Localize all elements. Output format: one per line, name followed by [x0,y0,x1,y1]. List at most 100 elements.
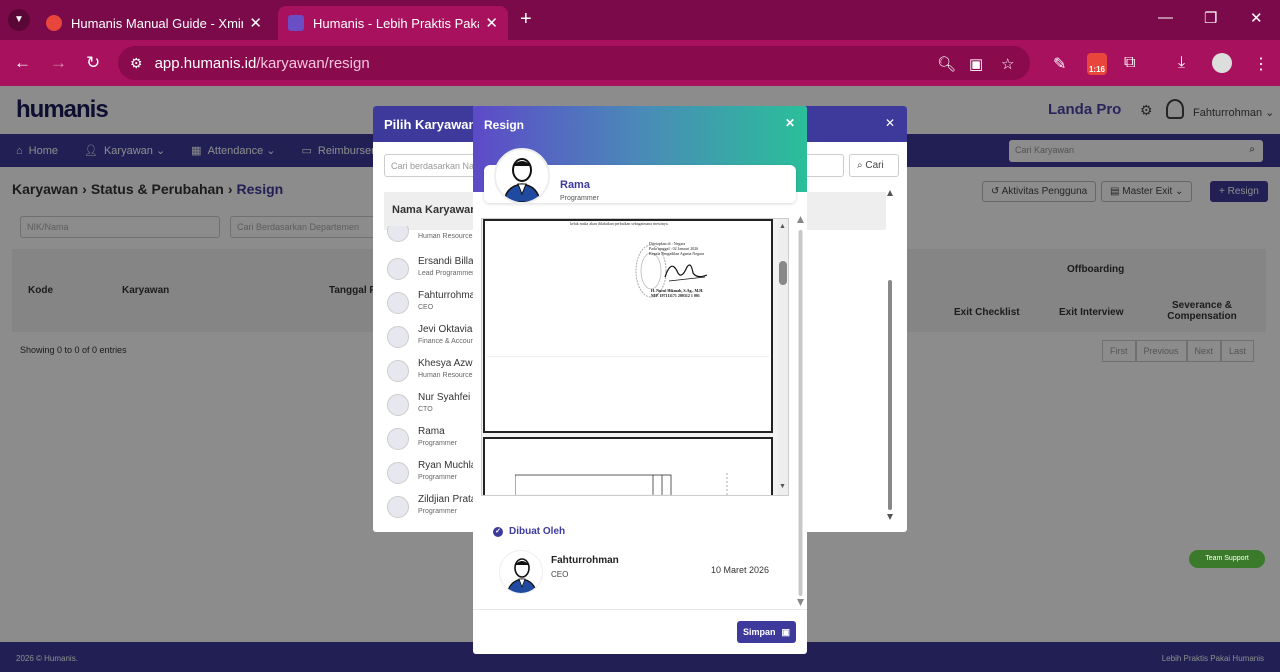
forward-icon[interactable]: → [50,53,67,73]
avatar [387,292,409,314]
footer-divider [473,609,807,610]
new-tab-button[interactable]: + [520,8,532,31]
signer-block: H. Nurul Hikmah, S.Ag., M.H. NIP. 197111… [651,288,703,298]
signature-icon [664,264,708,282]
signer-nip: NIP. 197111171 200312 1 001 [651,293,700,298]
employee-name: Rama [418,426,445,437]
url-path: /karyawan/resign [256,54,370,72]
employee-role: Human Resource [418,372,473,379]
xmind-favicon-icon [46,15,62,31]
back-icon[interactable]: ← [14,53,31,73]
employee-role: CTO [418,406,433,413]
employee-name: Ersandi Billah [418,256,480,267]
employee-name: Khesya Azwa [418,358,479,369]
sig-office: Kepala Pengadilan Agama Negara [649,251,704,256]
document-scrollbar[interactable]: ▲ ▼ [778,219,788,495]
document-page [483,437,773,495]
avatar [387,360,409,382]
employee-row[interactable]: Rama Programmer [387,424,479,456]
menu-dots-icon[interactable]: ⋮ [1253,54,1269,74]
support-label: Team Support [1205,555,1249,562]
extension-badge[interactable]: 1:16 [1087,53,1107,75]
employee-row[interactable]: Nur Syahfei CTO [387,390,479,422]
modal-title: Pilih Karyawan [384,117,477,132]
employee-role: Programmer [418,508,457,515]
button-label: Simpan [743,627,776,637]
employee-role: Lead Programmer [418,270,475,277]
document-preview[interactable]: kelak maka akan dilakukan perbaikan seba… [481,218,789,496]
cari-button[interactable]: ⌕ Cari [849,154,899,177]
feather-extension-icon[interactable]: ✎ [1053,54,1066,74]
browser-tab-xmind[interactable]: Humanis Manual Guide - Xmind ✕ [36,6,272,40]
maker-role: CEO [551,570,569,579]
created-date: 10 Maret 2026 [711,565,770,575]
employee-avatar [494,148,550,204]
employee-name: Ryan Muchlas [418,460,482,471]
close-tab-icon[interactable]: ✕ [485,14,498,32]
download-icon[interactable]: ⤓ [1178,54,1185,72]
document-text: kelak maka akan dilakukan perbaikan seba… [570,221,669,226]
close-tab-icon[interactable]: ✕ [249,14,262,32]
dibuat-oleh-heading: ✓ Dibuat Oleh [493,526,565,537]
team-support-button[interactable]: Team Support [1189,550,1265,568]
avatar [387,496,409,518]
close-icon[interactable]: ✕ [785,116,795,130]
employee-row[interactable]: Human Resource [387,226,479,244]
tab-title: Humanis - Lebih Praktis Pakai Humanis [313,15,479,31]
employee-role: Programmer [418,440,457,447]
employee-row[interactable]: Khesya Azwa Human Resource [387,356,479,388]
browser-tab-humanis[interactable]: Humanis - Lebih Praktis Pakai Humanis ✕ [278,6,508,40]
button-label: Cari [865,160,884,171]
close-window-icon[interactable]: ✕ [1250,9,1263,27]
employee-name: Nur Syahfei [418,392,471,403]
signature-block: Ditetapkan di : Negara Pada tanggal : 02… [649,241,704,256]
humanis-favicon-icon [288,15,304,31]
avatar [387,226,409,242]
address-bar[interactable]: ⚙ app.humanis.id/karyawan/resign [118,46,1030,80]
document-page: kelak maka akan dilakukan perbaikan seba… [483,219,773,433]
employee-row[interactable]: Zildjian Pratama Programmer [387,492,490,524]
profile-avatar[interactable] [1212,53,1232,73]
browser-tab-strip: ▼ Humanis Manual Guide - Xmind ✕ Humanis… [0,0,1280,40]
tab-search-button[interactable]: ▼ [8,9,30,31]
close-icon[interactable]: ✕ [885,116,895,130]
employee-role: Programmer [560,195,599,202]
resign-modal: Resign ✕ Rama Programmer kelak maka akan… [473,106,807,654]
extensions-puzzle-icon[interactable]: ⧉ [1124,54,1135,72]
employee-role: Programmer [418,474,457,481]
maker-avatar [499,550,543,594]
site-info-icon[interactable]: ⚙ [130,55,143,72]
document-table [515,473,728,495]
modal-title: Resign [484,118,525,132]
zoom-icon[interactable]: 🔍︎ [937,55,956,73]
save-button[interactable]: Simpan ▣ [737,621,796,643]
employee-row[interactable]: Jevi Oktavia Finance & Accounting [387,322,486,354]
modal-scrollbar[interactable] [797,216,804,606]
tab-title: Humanis Manual Guide - Xmind [71,15,244,31]
restore-icon[interactable]: ❐ [1204,9,1217,27]
made-by-label: Dibuat Oleh [509,526,566,537]
url-host: app.humanis.id [154,54,257,72]
avatar [387,326,409,348]
employee-row[interactable]: Ryan Muchlas Programmer [387,458,482,490]
install-app-icon[interactable]: ▣ [969,55,983,73]
employee-row[interactable]: Fahturrohman CEO [387,288,481,320]
maker-name: Fahturrohman [551,555,619,566]
reload-icon[interactable]: ↻ [86,53,100,73]
employee-name: Jevi Oktavia [418,324,473,335]
avatar [387,394,409,416]
bookmark-star-icon[interactable]: ☆ [1001,55,1014,73]
employee-name: Fahturrohman [418,290,481,301]
avatar [387,258,409,280]
list-scrollbar[interactable] [887,190,893,520]
avatar [387,462,409,484]
employee-role: CEO [418,304,434,311]
scroll-thumb[interactable] [779,261,787,285]
employee-role: Human Resource [418,233,473,240]
minimize-icon[interactable]: — [1158,9,1173,26]
check-circle-icon: ✓ [493,526,503,537]
employee-row[interactable]: Ersandi Billah Lead Programmer [387,254,479,286]
employee-name: Rama [560,179,590,191]
floppy-disk-icon: ▣ [781,626,790,637]
avatar [387,428,409,450]
